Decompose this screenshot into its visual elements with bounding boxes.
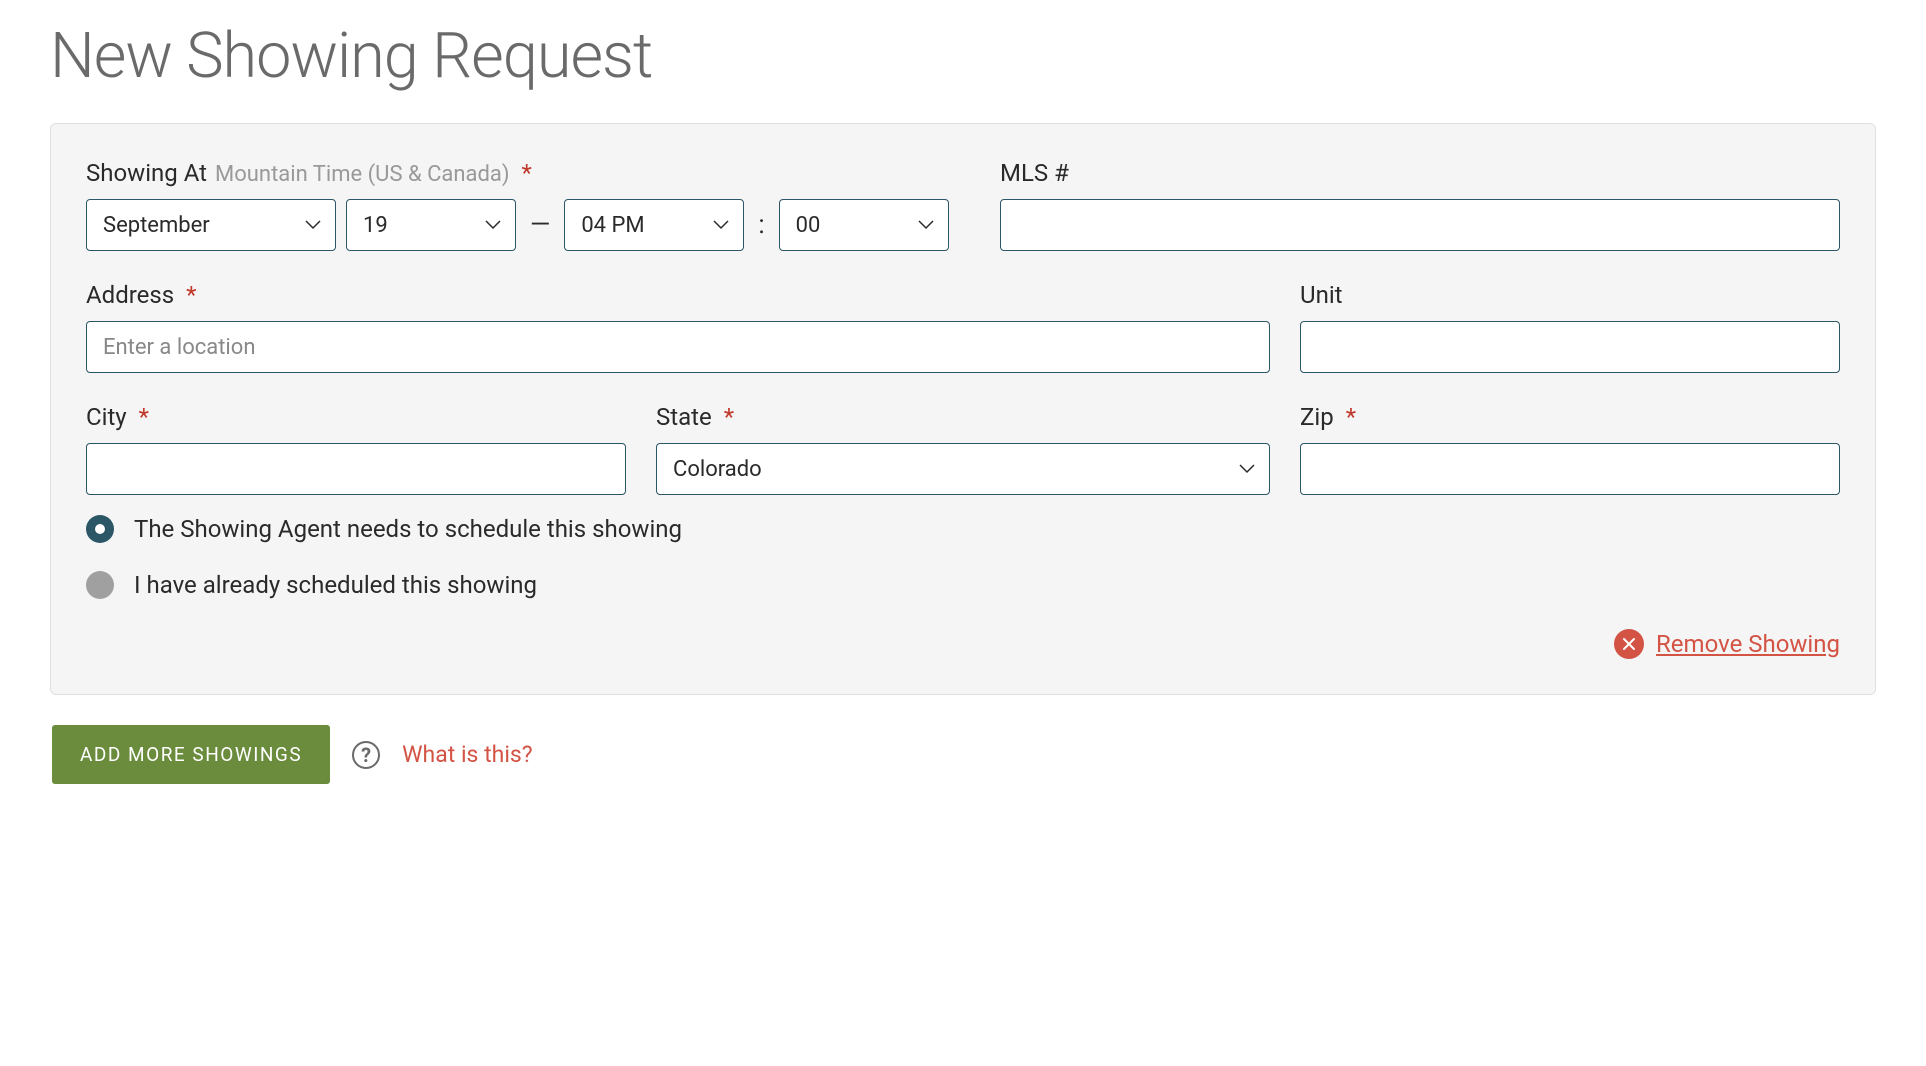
required-indicator: *: [724, 403, 734, 431]
address-label: Address *: [86, 281, 1270, 309]
close-icon[interactable]: [1614, 629, 1644, 659]
required-indicator: *: [139, 403, 149, 431]
month-select[interactable]: September: [86, 199, 336, 251]
day-select[interactable]: 19: [346, 199, 516, 251]
radio-label-2: I have already scheduled this showing: [134, 571, 537, 599]
mls-label: MLS #: [1000, 159, 1840, 187]
address-label-text: Address: [86, 281, 174, 309]
help-icon[interactable]: ?: [352, 741, 380, 769]
showing-form-card: Showing At Mountain Time (US & Canada) *…: [50, 123, 1876, 695]
footer-row: ADD MORE SHOWINGS ? What is this?: [50, 725, 1876, 784]
required-indicator: *: [186, 281, 196, 309]
radio-unselected-icon: [86, 571, 114, 599]
zip-label-text: Zip: [1300, 403, 1334, 431]
city-label: City *: [86, 403, 626, 431]
state-label: State *: [656, 403, 1270, 431]
required-indicator: *: [1346, 403, 1356, 431]
state-label-text: State: [656, 403, 712, 431]
city-input[interactable]: [86, 443, 626, 495]
datetime-selects: September 19 — 04 PM : 00: [86, 199, 970, 251]
remove-showing-link[interactable]: Remove Showing: [1656, 630, 1840, 658]
time-colon-separator: :: [754, 210, 768, 240]
radio-label-1: The Showing Agent needs to schedule this…: [134, 515, 682, 543]
radio-selected-icon: [86, 515, 114, 543]
unit-input[interactable]: [1300, 321, 1840, 373]
showing-at-label: Showing At Mountain Time (US & Canada) *: [86, 159, 970, 187]
showing-at-label-text: Showing At: [86, 159, 207, 187]
zip-label: Zip *: [1300, 403, 1840, 431]
add-more-showings-button[interactable]: ADD MORE SHOWINGS: [52, 725, 330, 784]
city-label-text: City: [86, 403, 127, 431]
zip-input[interactable]: [1300, 443, 1840, 495]
address-input[interactable]: [86, 321, 1270, 373]
what-is-this-link[interactable]: What is this?: [402, 741, 533, 768]
page-title: New Showing Request: [50, 20, 1876, 93]
hour-select[interactable]: 04 PM: [564, 199, 744, 251]
date-time-separator: —: [526, 210, 554, 240]
unit-label: Unit: [1300, 281, 1840, 309]
schedule-radio-group: The Showing Agent needs to schedule this…: [86, 515, 1840, 599]
radio-agent-schedule[interactable]: The Showing Agent needs to schedule this…: [86, 515, 1840, 543]
radio-already-scheduled[interactable]: I have already scheduled this showing: [86, 571, 1840, 599]
minute-select[interactable]: 00: [779, 199, 949, 251]
unit-label-text: Unit: [1300, 281, 1343, 309]
mls-label-text: MLS #: [1000, 159, 1069, 187]
remove-showing-row: Remove Showing: [86, 629, 1840, 659]
timezone-label: Mountain Time (US & Canada): [215, 162, 510, 187]
state-select[interactable]: Colorado: [656, 443, 1270, 495]
mls-input[interactable]: [1000, 199, 1840, 251]
required-indicator: *: [522, 159, 532, 187]
